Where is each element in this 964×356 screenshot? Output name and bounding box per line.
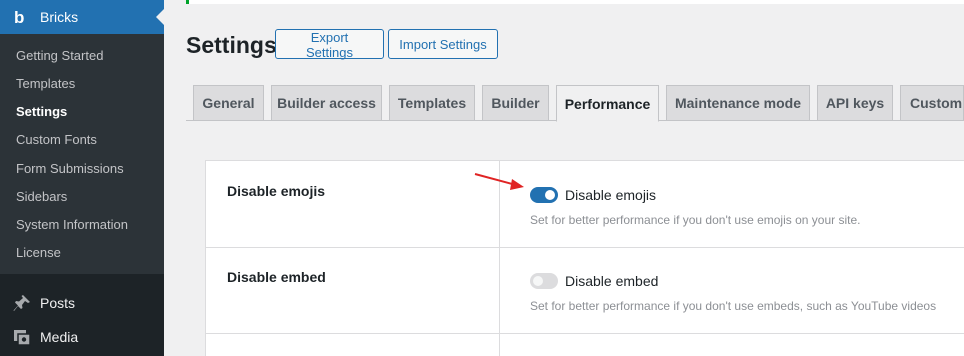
submenu-item-settings[interactable]: Settings	[16, 104, 67, 119]
tab-builder[interactable]: Builder	[482, 85, 549, 121]
tab-templates[interactable]: Templates	[389, 85, 475, 121]
submenu-item-getting-started[interactable]: Getting Started	[16, 48, 103, 63]
row-divider	[206, 247, 964, 248]
pushpin-icon	[13, 295, 30, 311]
page-title: Settings	[186, 32, 277, 58]
submenu-item-sidebars[interactable]: Sidebars	[16, 189, 67, 204]
tab-maintenance-mode[interactable]: Maintenance mode	[666, 85, 810, 121]
submenu-item-templates[interactable]: Templates	[16, 76, 75, 91]
disable-emojis-toggle-label[interactable]: Disable emojis	[565, 187, 656, 203]
submenu-item-system-information[interactable]: System Information	[16, 217, 128, 232]
toggle-knob	[545, 190, 555, 200]
sidebar-item-bricks[interactable]: b Bricks	[0, 0, 164, 34]
export-settings-button[interactable]: Export Settings	[275, 29, 384, 60]
sidebar-item-posts[interactable]: Posts	[0, 286, 164, 320]
row-divider	[206, 333, 964, 334]
annotation-arrow-icon	[474, 173, 524, 190]
disable-emojis-description: Set for better performance if you don't …	[530, 213, 861, 227]
admin-notice-edge	[186, 0, 964, 4]
sidebar-item-label: Posts	[40, 295, 76, 311]
active-menu-notch	[156, 9, 164, 25]
sidebar-item-label: Bricks	[40, 9, 79, 25]
disable-embed-description: Set for better performance if you don't …	[530, 299, 937, 313]
tab-performance[interactable]: Performance	[556, 85, 659, 122]
tab-builder-access[interactable]: Builder access	[271, 85, 382, 121]
tab-api-keys[interactable]: API keys	[817, 85, 893, 121]
disable-embed-toggle-label[interactable]: Disable embed	[565, 273, 658, 289]
submenu-item-custom-fonts[interactable]: Custom Fonts	[16, 132, 97, 147]
import-settings-button[interactable]: Import Settings	[388, 29, 498, 59]
setting-label-disable-embed: Disable embed	[227, 269, 326, 285]
bricks-logo-icon: b	[14, 8, 25, 27]
bricks-submenu: Getting Started Templates Settings Custo…	[0, 34, 164, 274]
setting-label-disable-emojis: Disable emojis	[227, 183, 326, 199]
tab-general[interactable]: General	[193, 85, 264, 121]
disable-embed-toggle[interactable]	[530, 273, 558, 289]
sidebar-item-label: Media	[40, 329, 79, 345]
performance-settings-table: Disable emojis Disable emojis Set for be…	[205, 160, 964, 356]
media-icon	[14, 330, 31, 346]
submenu-item-form-submissions[interactable]: Form Submissions	[16, 161, 124, 176]
toggle-knob	[533, 276, 543, 286]
admin-sidebar: b Bricks Getting Started Templates Setti…	[0, 0, 164, 356]
submenu-item-license[interactable]: License	[16, 245, 61, 260]
sidebar-item-media[interactable]: Media	[0, 320, 164, 354]
disable-emojis-toggle[interactable]	[530, 187, 558, 203]
tab-custom-code[interactable]: Custom c	[900, 85, 964, 121]
